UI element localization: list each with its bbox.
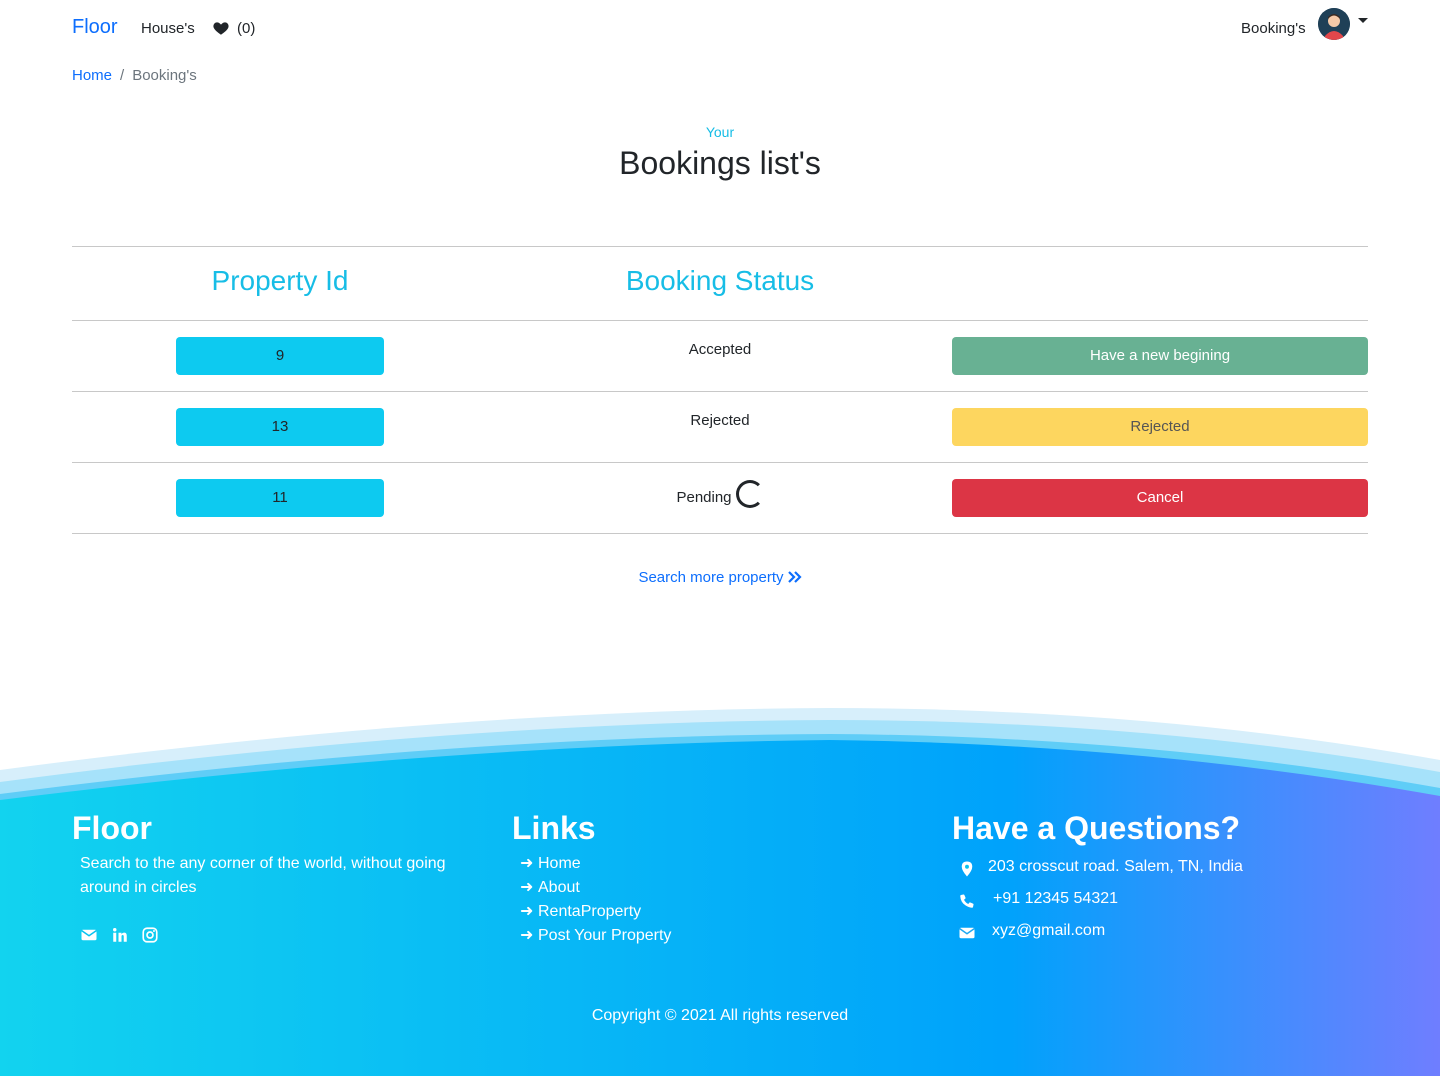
heart-icon[interactable]	[212, 19, 230, 37]
new-beginning-button[interactable]: Have a new begining	[952, 337, 1368, 375]
property-id-button[interactable]: 13	[176, 408, 384, 446]
nav-houses-link[interactable]: House's	[141, 20, 195, 37]
arrow-right-icon: ➜	[520, 927, 534, 944]
footer-link-about[interactable]: ➜ About	[520, 876, 671, 900]
footer-brand: Floor	[72, 810, 152, 846]
navbar: Floor House's (0) Booking's	[0, 0, 1440, 58]
booking-status-text: Pending	[676, 489, 732, 506]
footer-link-label: Home	[538, 855, 581, 872]
footer-link-label: RentaProperty	[538, 903, 642, 920]
property-id-button[interactable]: 11	[176, 479, 384, 517]
property-id-button[interactable]: 9	[176, 337, 384, 375]
chevron-down-icon[interactable]	[1358, 18, 1368, 23]
footer: Floor Search to the any corner of the wo…	[0, 800, 1440, 1076]
avatar[interactable]	[1318, 8, 1350, 40]
copyright: Copyright © 2021 All rights reserved	[591, 1007, 849, 1024]
search-more-label: Search more property	[638, 569, 784, 586]
booking-status: Accepted	[688, 341, 752, 358]
envelope-icon	[959, 927, 975, 939]
search-more-link[interactable]: Search more property	[0, 569, 1440, 586]
footer-description: Search to the any corner of the world, w…	[80, 855, 446, 896]
wishlist-count: (0)	[237, 20, 256, 37]
rejected-button[interactable]: Rejected	[952, 408, 1368, 446]
table-header: Property Id Booking Status	[72, 246, 1368, 321]
breadcrumb: Home / Booking's	[72, 67, 197, 84]
table-row: 9 Accepted Have a new begining	[72, 321, 1368, 392]
linkedin-icon[interactable]	[111, 926, 129, 944]
table-row: 11 Pending Cancel	[72, 463, 1368, 534]
footer-links: ➜ Home ➜ About ➜ RentaProperty ➜ Post Your P…	[520, 852, 671, 948]
footer-link-rent-a-property[interactable]: ➜ RentaProperty	[520, 900, 671, 924]
footer-link-home[interactable]: ➜ Home	[520, 852, 671, 876]
breadcrumb-current: Booking's	[132, 67, 197, 84]
page-pre-title: Your	[705, 124, 735, 140]
envelope-icon[interactable]	[80, 926, 98, 944]
map-pin-icon	[961, 861, 973, 877]
column-header-booking-status: Booking Status	[625, 265, 815, 296]
phone-icon	[960, 894, 974, 908]
breadcrumb-home-link[interactable]: Home	[72, 67, 112, 84]
double-chevron-right-icon	[787, 571, 802, 583]
footer-link-post-property[interactable]: ➜ Post Your Property	[520, 924, 671, 948]
footer-link-label: Post Your Property	[538, 927, 672, 944]
footer-questions-title: Have a Questions?	[952, 810, 1241, 846]
breadcrumb-separator: /	[120, 67, 125, 84]
booking-status: Rejected	[690, 412, 750, 429]
footer-address-text: 203 crosscut road. Salem, TN, India	[988, 858, 1243, 875]
arrow-right-icon: ➜	[520, 855, 534, 872]
footer-email-text[interactable]: xyz@gmail.com	[992, 922, 1105, 940]
footer-link-label: About	[538, 879, 580, 896]
bookings-table: Property Id Booking Status 9 Accepted Ha…	[72, 246, 1368, 534]
footer-links-title: Links	[512, 810, 596, 846]
column-header-property-id: Property Id	[211, 265, 349, 296]
instagram-icon[interactable]	[141, 926, 159, 944]
user-avatar-icon	[1318, 8, 1350, 40]
footer-phone-text: +91 12345 54321	[993, 890, 1119, 907]
arrow-right-icon: ➜	[520, 879, 534, 896]
table-row: 13 Rejected Rejected	[72, 392, 1368, 463]
arrow-right-icon: ➜	[520, 903, 534, 920]
brand-logo[interactable]: Floor	[72, 16, 118, 39]
page-title: Bookings list's	[619, 145, 821, 181]
loading-spinner-icon	[735, 480, 764, 508]
booking-status: Pending	[488, 479, 952, 508]
nav-bookings-link[interactable]: Booking's	[1241, 20, 1306, 37]
cancel-button[interactable]: Cancel	[952, 479, 1368, 517]
